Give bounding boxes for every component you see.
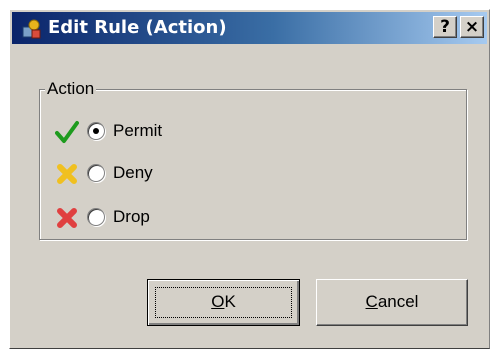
cross-icon <box>57 208 77 228</box>
cancel-button[interactable]: Cancel <box>316 279 468 326</box>
cancel-label-rest: ancel <box>377 292 419 311</box>
dialog-title: Edit Rule (Action) <box>48 17 227 38</box>
title-bar[interactable]: Edit Rule (Action) ? × <box>12 12 487 44</box>
deny-label[interactable]: Deny <box>113 160 153 186</box>
permit-label[interactable]: Permit <box>113 118 162 144</box>
help-button[interactable]: ? <box>433 16 457 38</box>
permit-radio[interactable] <box>87 122 105 140</box>
drop-radio[interactable] <box>87 208 105 226</box>
groupbox-legend: Action <box>45 77 97 101</box>
action-groupbox: Action Permit Deny Drop <box>39 77 467 240</box>
deny-radio[interactable] <box>87 164 105 182</box>
focus-rectangle <box>155 287 292 318</box>
close-button[interactable]: × <box>460 16 484 38</box>
drop-label[interactable]: Drop <box>113 204 150 230</box>
ok-button[interactable]: OK <box>147 279 300 326</box>
cross-icon <box>57 164 77 184</box>
checkmark-icon <box>55 121 79 143</box>
cancel-accelerator: C <box>365 292 378 311</box>
edit-rule-dialog: Edit Rule (Action) ? × Action Permit Den… <box>9 9 490 349</box>
rule-icon <box>22 19 41 39</box>
